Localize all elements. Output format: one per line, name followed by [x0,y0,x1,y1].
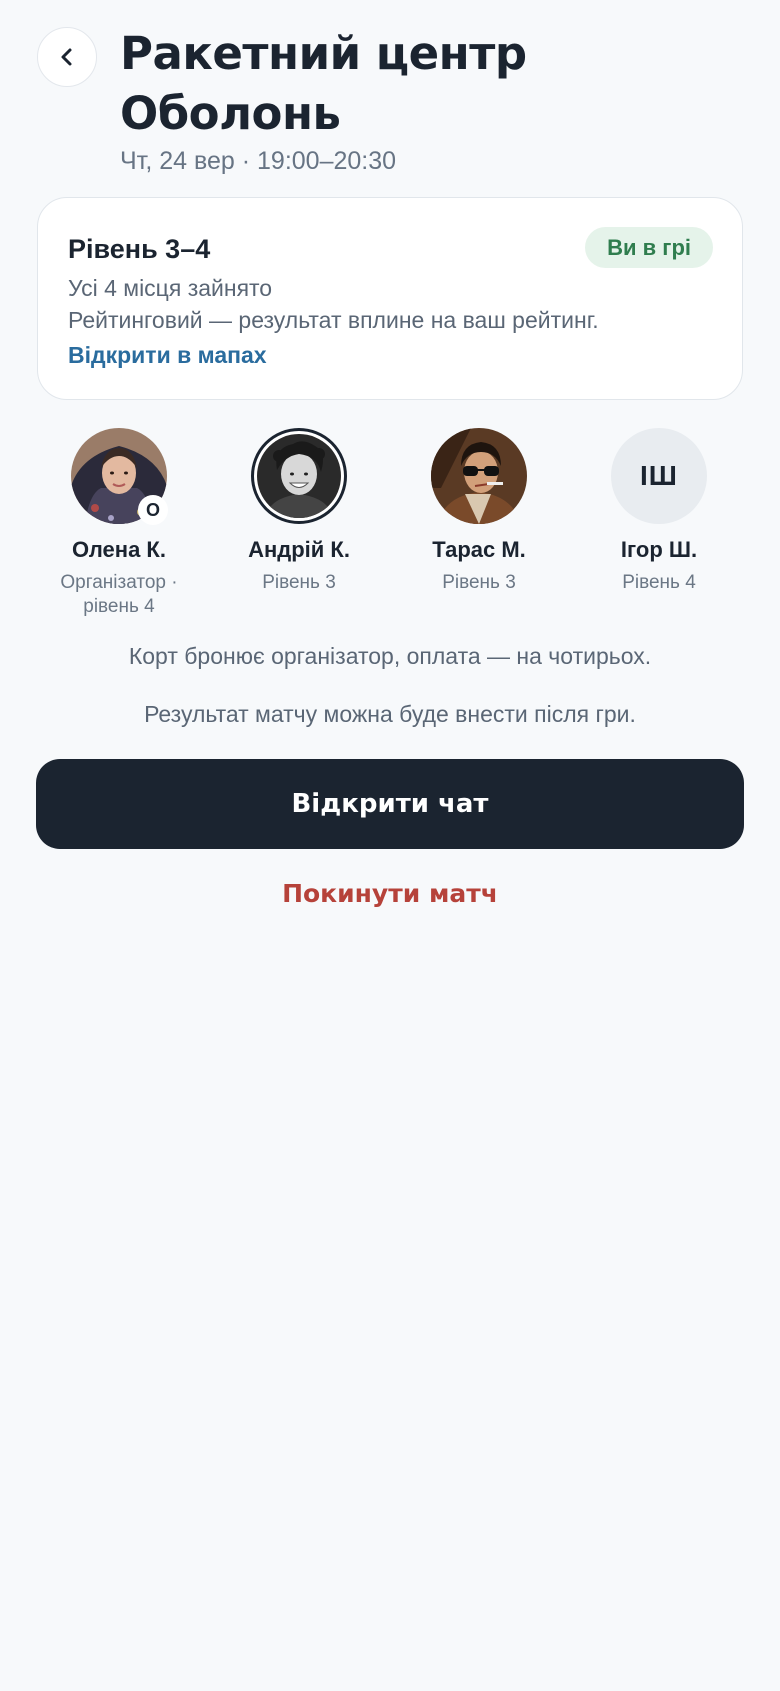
match-datetime: Чт, 24 вер · 19:00–20:30 [120,147,397,175]
status-badge: Ви в грі [585,227,713,268]
avatar-wrap [251,428,347,524]
player-card-ihor[interactable]: ІШ Ігор Ш. Рівень 4 [569,428,749,595]
player-level: Рівень 3 [262,572,336,593]
player-level: Рівень 3 [442,572,516,593]
organizer-badge: О [138,495,168,525]
spots-status: Усі 4 місця зайнято [68,275,273,301]
avatar [431,428,527,524]
player-name: Ігор Ш. [620,537,698,562]
rating-note: Рейтинговий — результат вплине на ваш ре… [68,307,599,333]
player-name: Андрій К. [248,537,350,562]
player-name: Тарас М. [432,537,526,562]
avatar-wrap [431,428,527,524]
avatar [251,428,347,524]
player-card-andrii[interactable]: Андрій К. Рівень 3 [209,428,389,595]
open-chat-button[interactable]: Відкрити чат [36,759,744,849]
player-name: Олена К. [72,537,166,562]
result-note: Результат матчу можна буде внести після … [144,701,636,727]
match-info-card: Рівень 3–4 Ви в грі Усі 4 місця зайнято … [37,197,743,400]
avatar-wrap: О [71,428,168,525]
page-title: Ракетний центр Оболонь [120,27,527,140]
open-in-maps-link[interactable]: Відкрити в мапах [68,342,267,369]
players-list: О Олена К. Організатор · рівень 4 Андрій… [29,428,751,618]
leave-match-button[interactable]: Покинути матч [0,879,780,908]
player-level: Рівень 4 [622,572,696,593]
player-level: Організатор · рівень 4 [60,572,178,617]
level-range: Рівень 3–4 [68,234,211,264]
player-card-taras[interactable]: Тарас М. Рівень 3 [389,428,569,595]
player-card-olena[interactable]: О Олена К. Організатор · рівень 4 [29,428,209,619]
avatar-wrap: ІШ [611,428,707,524]
back-button[interactable] [37,27,97,87]
chevron-left-icon [61,48,72,66]
avatar-initials: ІШ [611,428,707,524]
booking-note: Корт бронює організатор, оплата — на чот… [128,643,652,669]
